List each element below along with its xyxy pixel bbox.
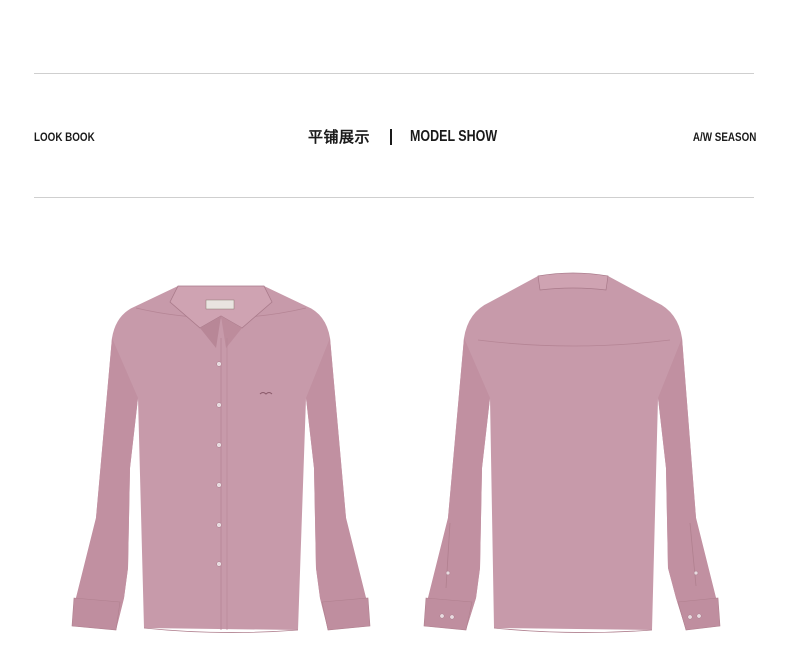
lookbook-header: LOOK BOOK 平铺展示 MODEL SHOW A/W SEASON — [34, 126, 756, 148]
bottom-divider-line — [34, 197, 754, 198]
shirt-back-image — [420, 268, 725, 638]
look-book-label: LOOK BOOK — [34, 130, 95, 144]
section-title-en: MODEL SHOW — [410, 128, 498, 145]
title-separator — [390, 129, 392, 145]
top-divider-line — [34, 73, 754, 74]
shirt-front-image — [66, 268, 376, 638]
section-title: 平铺展示 MODEL SHOW — [308, 126, 498, 148]
section-title-cn: 平铺展示 — [308, 128, 371, 146]
season-label: A/W SEASON — [692, 130, 756, 144]
